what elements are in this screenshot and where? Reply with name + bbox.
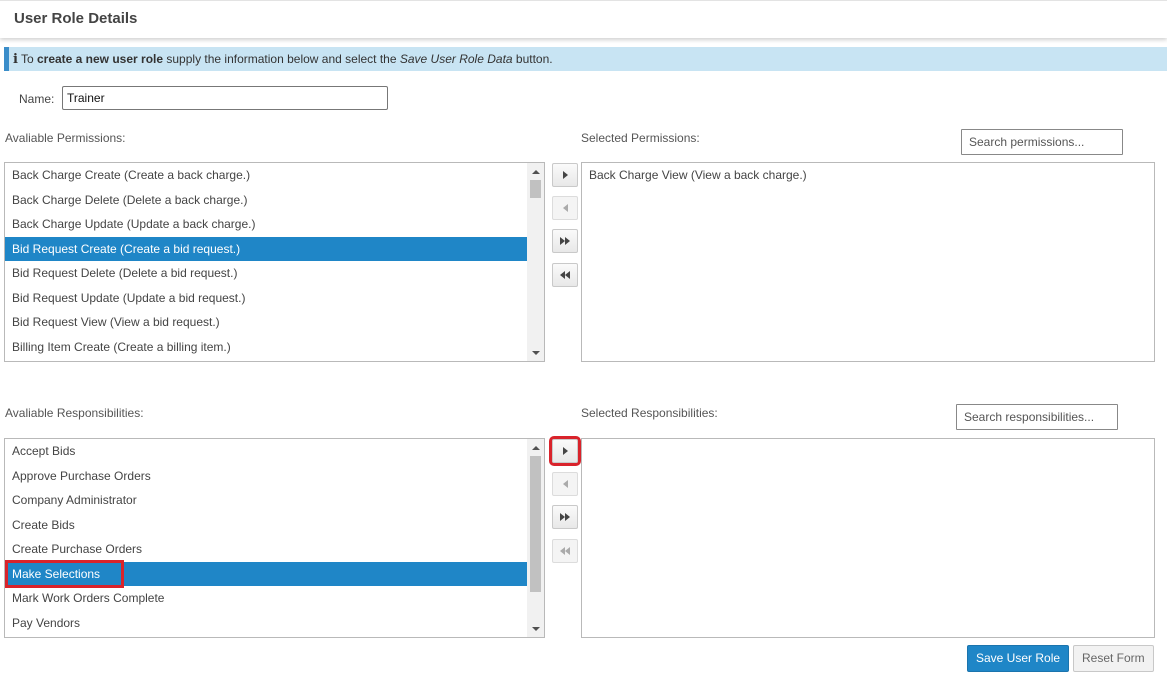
double-chevron-right-icon	[560, 237, 570, 245]
scrollbar-thumb[interactable]	[530, 180, 541, 198]
name-label: Name:	[19, 92, 55, 106]
info-text-suffix: button.	[512, 52, 553, 66]
responsibility-list-item[interactable]: Create Bids	[5, 513, 544, 538]
responsibility-list-item[interactable]: Company Administrator	[5, 488, 544, 513]
chevron-right-icon	[562, 447, 568, 455]
info-icon: i	[13, 52, 18, 67]
responsibility-list-item[interactable]: Create Purchase Orders	[5, 537, 544, 562]
page-header: User Role Details	[0, 0, 1167, 38]
page-title: User Role Details	[14, 10, 138, 27]
available-responsibilities-list[interactable]: Accept Bids Approve Purchase Orders Compan…	[4, 438, 545, 638]
scroll-down-arrow-icon[interactable]	[527, 344, 544, 361]
selected-responsibilities-label: Selected Responsibilities:	[581, 406, 718, 420]
scrollbar[interactable]	[527, 163, 544, 361]
double-chevron-right-icon	[560, 513, 570, 521]
permission-list-item[interactable]: Bid Request Update (Update a bid request…	[5, 286, 544, 311]
permission-list-item[interactable]: Back Charge Create (Create a back charge…	[5, 163, 544, 188]
info-banner: i To create a new user role supply the in…	[4, 47, 1167, 71]
permission-list-item[interactable]: Bid Request Create (Create a bid request…	[5, 236, 544, 261]
selected-permission-list-item[interactable]: Back Charge View (View a back charge.)	[582, 163, 1154, 188]
double-chevron-left-icon	[560, 547, 570, 555]
available-responsibilities-label: Avaliable Responsibilities:	[5, 406, 144, 420]
permission-list-item[interactable]: Bid Request Delete (Delete a bid request…	[5, 261, 544, 286]
move-responsibility-left-button[interactable]	[552, 472, 578, 496]
chevron-left-icon	[562, 204, 568, 212]
double-chevron-left-icon	[560, 271, 570, 279]
chevron-left-icon	[562, 480, 568, 488]
move-permission-left-button[interactable]	[552, 196, 578, 220]
scrollbar-thumb[interactable]	[530, 456, 541, 592]
reset-form-button[interactable]: Reset Form	[1073, 645, 1154, 672]
move-permission-right-button[interactable]	[552, 163, 578, 187]
scroll-down-arrow-icon[interactable]	[527, 620, 544, 637]
available-permissions-label: Avaliable Permissions:	[5, 131, 126, 145]
responsibility-list-item[interactable]: Approve Purchase Orders	[5, 464, 544, 489]
permission-list-item[interactable]: Billing Item Create (Create a billing it…	[5, 335, 544, 360]
info-text-prefix: To	[20, 52, 37, 66]
permission-list-item[interactable]: Back Charge Update (Update a back charge…	[5, 212, 544, 237]
scrollbar[interactable]	[527, 439, 544, 637]
name-field[interactable]	[62, 86, 388, 110]
permission-list-item[interactable]: Back Charge Delete (Delete a back charge…	[5, 188, 544, 213]
search-responsibilities-input[interactable]	[956, 404, 1118, 430]
scroll-up-arrow-icon[interactable]	[527, 439, 544, 456]
scroll-up-arrow-icon[interactable]	[527, 163, 544, 180]
available-permissions-list[interactable]: Back Charge Create (Create a back charge…	[4, 162, 545, 362]
move-all-responsibilities-right-button[interactable]	[552, 505, 578, 529]
selected-permissions-label: Selected Permissions:	[581, 131, 700, 145]
info-text-middle: supply the information below and select …	[163, 52, 400, 66]
move-all-responsibilities-left-button[interactable]	[552, 539, 578, 563]
selected-responsibilities-list[interactable]	[581, 438, 1155, 638]
responsibility-list-item[interactable]: Accept Bids	[5, 439, 544, 464]
save-user-role-button[interactable]: Save User Role	[967, 645, 1070, 672]
move-all-permissions-left-button[interactable]	[552, 263, 578, 287]
responsibility-list-item[interactable]: Pay Vendors	[5, 611, 544, 636]
selected-permissions-list[interactable]: Back Charge View (View a back charge.)	[581, 162, 1155, 362]
search-permissions-input[interactable]	[961, 129, 1123, 155]
info-text-bold: create a new user role	[36, 52, 164, 66]
responsibility-list-item[interactable]: Mark Work Orders Complete	[5, 586, 544, 611]
move-all-permissions-right-button[interactable]	[552, 229, 578, 253]
move-responsibility-right-button[interactable]	[549, 436, 581, 466]
permission-list-item[interactable]: Bid Request View (View a bid request.)	[5, 310, 544, 335]
info-text-italic: Save User Role Data	[399, 52, 513, 66]
responsibility-list-item[interactable]: Make Selections	[5, 561, 544, 586]
chevron-right-icon	[562, 171, 568, 179]
